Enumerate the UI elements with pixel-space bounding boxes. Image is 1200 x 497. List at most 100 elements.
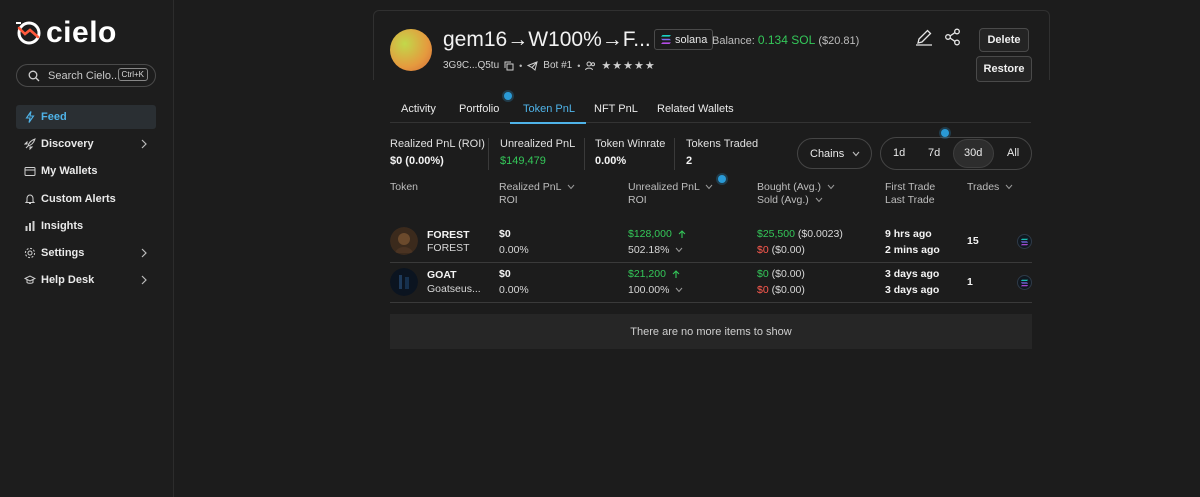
search-icon [28, 70, 40, 81]
token-winrate-label: Token Winrate [595, 138, 666, 150]
chains-filter-label: Chains [810, 147, 845, 160]
solana-icon [661, 35, 671, 44]
chevron-right-icon [141, 139, 147, 149]
tab-portfolio[interactable]: Portfolio [459, 103, 499, 115]
realized-roi: 0.00% [499, 284, 529, 296]
sidebar-item-label: Insights [41, 219, 84, 232]
sidebar-item-label: My Wallets [41, 165, 98, 178]
realized-pnl-label: Realized PnL (ROI) [390, 138, 485, 150]
realized-roi: 0.00% [499, 244, 529, 256]
unrealized-pnl: $21,200 [628, 268, 680, 280]
sidebar-item-help-desk[interactable]: Help Desk [16, 268, 156, 292]
separator-dot: • [519, 60, 523, 71]
sidebar-item-custom-alerts[interactable]: Custom Alerts [16, 187, 156, 211]
sort-chevron-icon [567, 184, 575, 190]
restore-button[interactable]: Restore [976, 56, 1032, 82]
tokens-traded-value: 2 [686, 155, 693, 167]
sidebar-item-settings[interactable]: Settings [16, 241, 156, 265]
delete-button[interactable]: Delete [979, 28, 1029, 52]
arrow-up-icon [672, 269, 680, 278]
period-30d[interactable]: 30d [964, 147, 982, 159]
chain-name: solana [675, 33, 708, 46]
rating-stars[interactable]: ★★★★★ [601, 59, 655, 72]
sidebar-item-label: Settings [41, 246, 85, 259]
header-realized-pnl[interactable]: Realized PnL [499, 181, 575, 194]
wallet-name: gem16→W100%→F... [443, 28, 651, 51]
header-first-trade[interactable]: First Trade [885, 181, 935, 194]
unrealized-pnl-value: $128,000 [628, 228, 672, 240]
unrealized-roi: 502.18% [628, 244, 683, 256]
lightning-icon [24, 111, 36, 123]
realized-pnl-value: $0 (0.00%) [390, 155, 444, 167]
cielo-logo[interactable]: cielo [16, 18, 117, 48]
active-tab-indicator [510, 122, 586, 124]
trade-count: 1 [967, 276, 973, 288]
sidebar-item-discovery[interactable]: Discovery [16, 132, 156, 156]
header-unrealized-pnl[interactable]: Unrealized PnL [628, 181, 713, 194]
header-bought[interactable]: Bought (Avg.) [757, 181, 835, 194]
token-name: FOREST [427, 242, 470, 254]
last-trade: 3 days ago [885, 284, 940, 296]
header-sold[interactable]: Sold (Avg.) [757, 194, 823, 207]
sold-avg: ($0.00) [771, 244, 805, 256]
first-trade: 9 hrs ago [885, 228, 932, 240]
sidebar-item-insights[interactable]: Insights [16, 214, 156, 238]
search-input[interactable]: Search Cielo... Ctrl+K [16, 64, 156, 87]
stat-divider [674, 138, 675, 170]
chevron-down-icon[interactable] [675, 287, 683, 293]
empty-state-message: There are no more items to show [390, 314, 1032, 349]
header-realized-roi: ROI [499, 194, 518, 206]
chains-filter-dropdown[interactable]: Chains [797, 138, 872, 169]
header-unrealized-pnl-label: Unrealized PnL [628, 181, 700, 193]
tab-nft-pnl[interactable]: NFT PnL [594, 103, 638, 115]
copy-icon[interactable] [504, 61, 514, 71]
unrealized-pnl-value: $149,479 [500, 155, 546, 167]
bar-chart-icon [24, 220, 36, 232]
sold-avg: ($0.00) [771, 284, 805, 296]
bought-avg: ($0.0023) [797, 228, 843, 240]
search-placeholder: Search Cielo... [48, 69, 121, 82]
row-divider [390, 262, 1032, 263]
unrealized-roi-value: 100.00% [628, 284, 670, 296]
stat-divider [488, 138, 489, 170]
header-unrealized-roi: ROI [628, 194, 647, 206]
share-icon[interactable] [944, 28, 962, 46]
sidebar-item-my-wallets[interactable]: My Wallets [16, 159, 156, 183]
sidebar-nav: Feed Discovery My Wallets Custom Alerts [16, 105, 156, 295]
edit-pencil-icon[interactable] [915, 28, 933, 46]
chain-badge: solana [654, 29, 714, 50]
tokens-traded-label: Tokens Traded [686, 138, 759, 150]
tab-activity[interactable]: Activity [401, 103, 436, 115]
period-7d[interactable]: 7d [928, 147, 940, 159]
bot-label: Bot #1 [543, 60, 573, 71]
wallet-icon [24, 165, 36, 177]
tab-token-pnl[interactable]: Token PnL [523, 103, 575, 115]
notification-dot [504, 92, 512, 100]
notification-dot [941, 129, 949, 137]
bought-amount: $0 ($0.00) [757, 268, 805, 280]
header-realized-pnl-label: Realized PnL [499, 181, 562, 193]
sidebar-item-feed[interactable]: Feed [16, 105, 156, 129]
sort-chevron-icon [705, 184, 713, 190]
header-trades[interactable]: Trades [967, 181, 1013, 194]
trade-count: 15 [967, 235, 979, 247]
period-all[interactable]: All [1007, 147, 1019, 159]
last-trade: 2 mins ago [885, 244, 940, 256]
tab-related-wallets[interactable]: Related Wallets [657, 103, 734, 115]
balance-sol: 0.134 SOL [757, 33, 816, 47]
header-last-trade[interactable]: Last Trade [885, 194, 935, 207]
period-1d[interactable]: 1d [893, 147, 905, 159]
telegram-icon [527, 60, 539, 71]
sold-value: $0 [757, 284, 769, 296]
header-sold-label: Sold (Avg.) [757, 194, 809, 206]
balance-label: Balance: [712, 35, 755, 47]
token-logo-forest [390, 227, 418, 255]
sold-value: $0 [757, 244, 769, 256]
bought-avg: ($0.00) [771, 268, 805, 280]
solana-icon [1017, 275, 1032, 290]
sort-chevron-icon [1005, 184, 1013, 190]
realized-pnl: $0 [499, 268, 511, 280]
notification-dot [718, 175, 726, 183]
chevron-down-icon[interactable] [675, 247, 683, 253]
logo-text: cielo [46, 16, 117, 49]
